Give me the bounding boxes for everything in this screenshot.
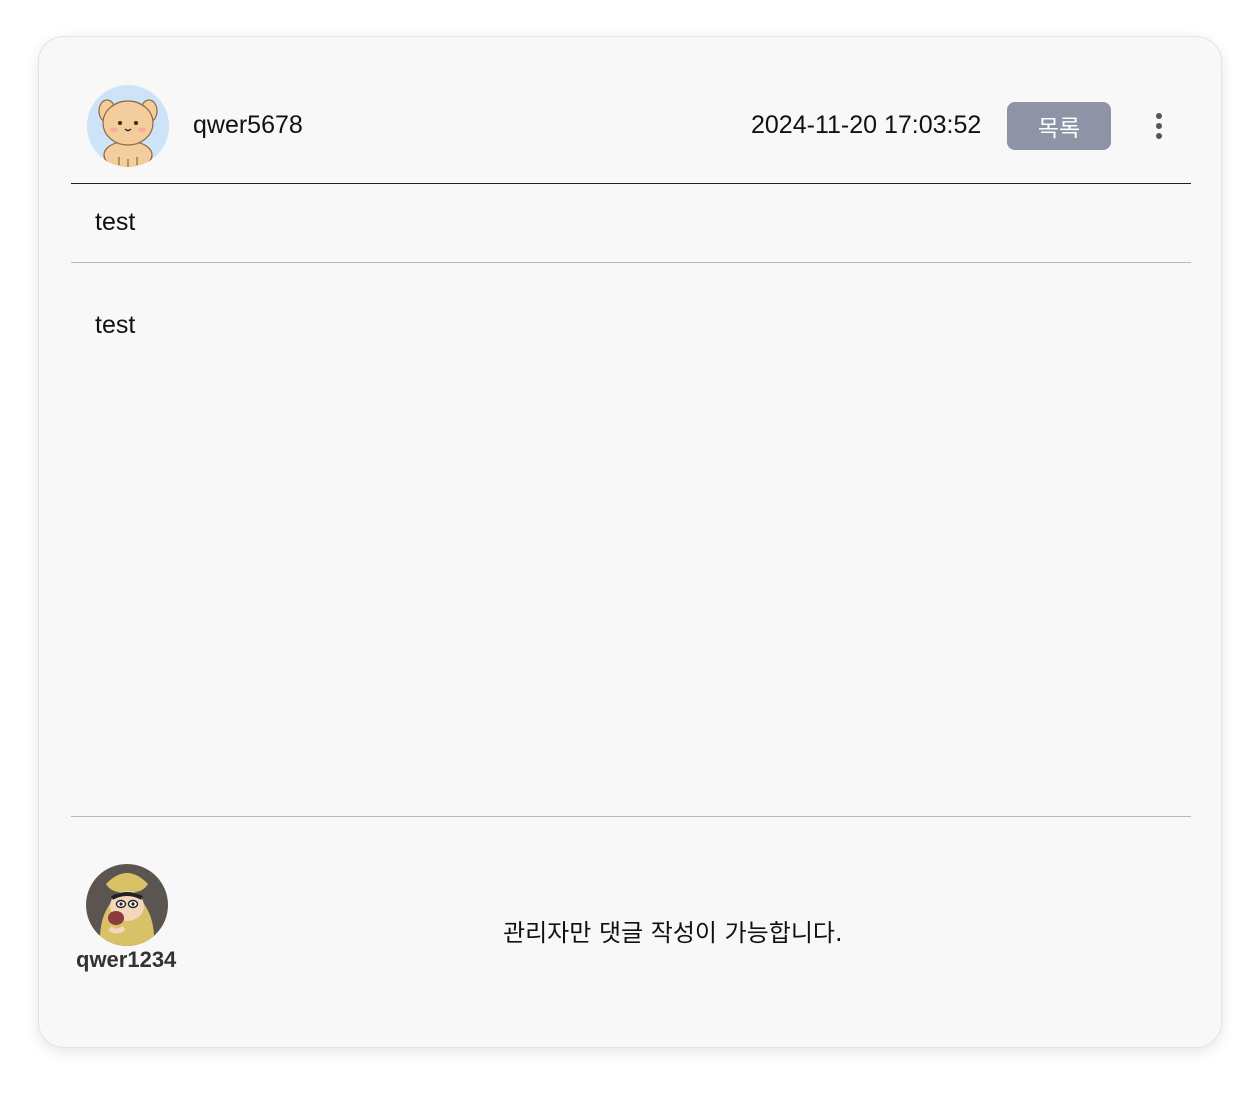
commenter-name: qwer1234: [76, 947, 177, 972]
post-title: test: [95, 208, 136, 236]
post-detail-card: qwer5678 2024-11-20 17:03:52 목록 test tes…: [38, 36, 1222, 1048]
more-vertical-icon-dot: [1156, 123, 1162, 129]
post-content-area: test: [71, 263, 1191, 817]
puppy-avatar-icon: [87, 85, 169, 167]
author-name: qwer5678: [193, 111, 303, 139]
cartoon-kid-avatar-icon: [86, 864, 168, 946]
commenter-avatar: [86, 864, 168, 946]
list-button[interactable]: 목록: [1007, 102, 1111, 150]
post-timestamp: 2024-11-20 17:03:52: [751, 111, 982, 139]
post-header: qwer5678 2024-11-20 17:03:52 목록: [71, 37, 1191, 184]
comment-admin-notice: 관리자만 댓글 작성이 가능합니다.: [503, 919, 843, 947]
more-vertical-icon-dot: [1156, 133, 1162, 139]
post-title-row: test: [71, 184, 1191, 263]
more-options-button[interactable]: [1145, 107, 1173, 145]
comment-section: qwer1234 관리자만 댓글 작성이 가능합니다.: [71, 817, 1191, 1017]
post-content: test: [95, 311, 136, 339]
author-avatar: [87, 85, 169, 167]
more-vertical-icon: [1156, 113, 1162, 119]
